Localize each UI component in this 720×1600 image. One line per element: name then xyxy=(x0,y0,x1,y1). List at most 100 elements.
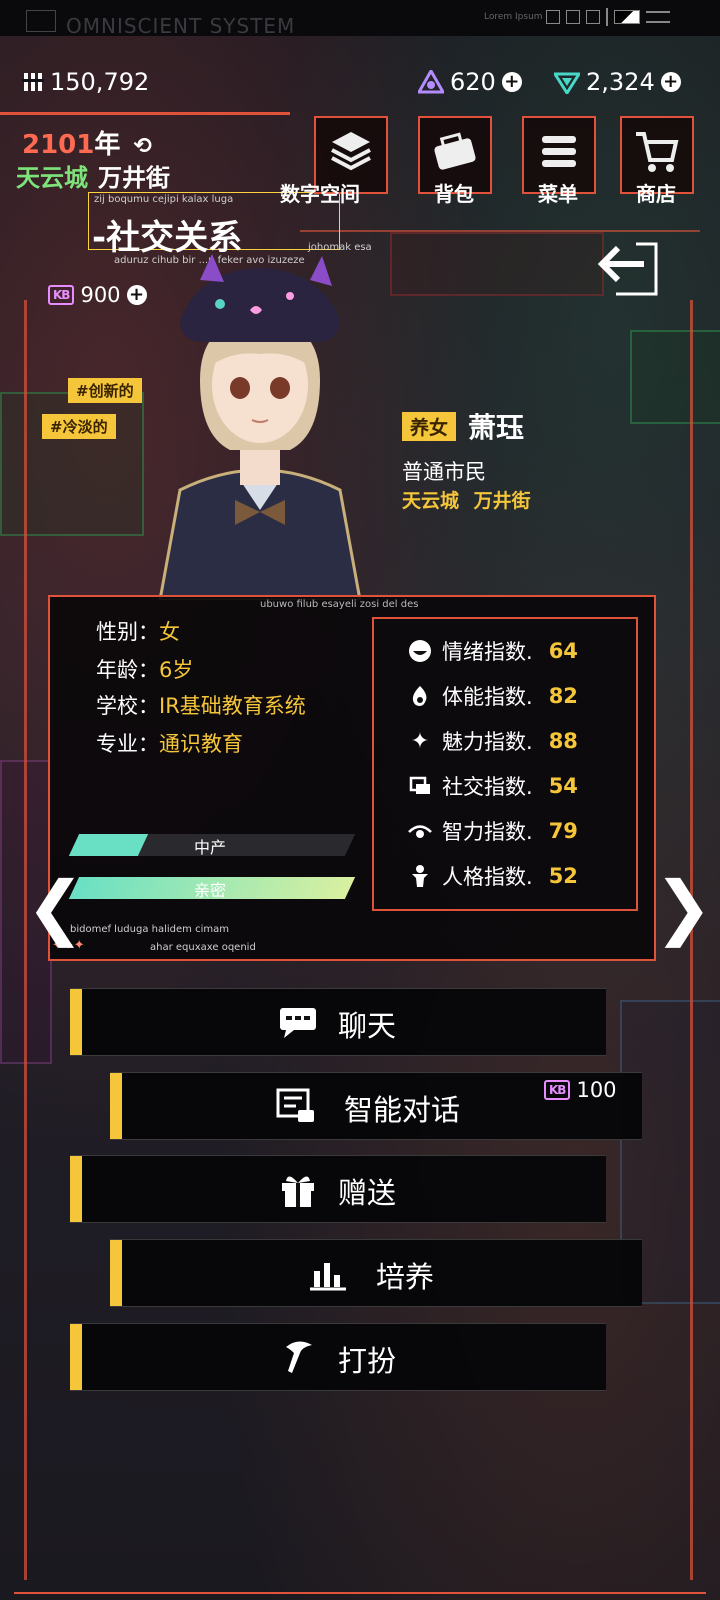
nav-label-shop: 商店 xyxy=(636,182,676,206)
stat-social: 社交指数. 54 xyxy=(408,771,578,801)
stat-value: 54 xyxy=(548,774,578,798)
cart-icon xyxy=(636,132,679,172)
fire-icon xyxy=(408,684,432,708)
info-label: 学校： xyxy=(96,694,159,718)
character-location: 天云城 万井街 xyxy=(402,486,531,513)
energy-icon: KB xyxy=(544,1080,571,1100)
stat-value: 82 xyxy=(548,684,578,708)
system-title: OMNISCIENT SYSTEM xyxy=(66,14,296,38)
info-value: 女 xyxy=(159,620,180,644)
chat-label: 聊天 xyxy=(338,1009,397,1043)
menu-icon xyxy=(542,136,576,167)
stat-label: 情绪指数. xyxy=(442,640,533,664)
chat-icon xyxy=(280,1008,316,1038)
frame-line-top xyxy=(0,112,290,115)
info-label: 性别： xyxy=(96,620,159,644)
stat-value: 79 xyxy=(548,819,578,843)
coins-display: 150,792 xyxy=(22,68,149,96)
next-character-chevron-icon[interactable]: ❯ xyxy=(654,866,713,948)
panel-glyph-top: ubuwo filub esayeli zosi del des xyxy=(260,599,419,610)
character-city: 天云城 xyxy=(402,490,460,512)
ai-dialogue-cost: KB 100 xyxy=(544,1078,617,1102)
dress-up-button[interactable]: 打扮 xyxy=(70,1323,606,1391)
wealth-bar-label: 中产 xyxy=(194,838,227,857)
sparkle-icon: ✦ xyxy=(410,728,430,754)
frame-line-top-right xyxy=(300,230,700,232)
add-gems-button[interactable]: + xyxy=(660,72,681,92)
info-gender: 性别：女 xyxy=(96,616,180,646)
intimacy-bar-label: 亲密 xyxy=(194,881,227,900)
character-portrait xyxy=(158,254,362,600)
coin-icon xyxy=(22,73,44,91)
character-name: 萧珏 xyxy=(468,411,525,444)
energy-icon: KB xyxy=(48,285,75,305)
system-caption: Lorem Ipsum xyxy=(484,12,543,22)
info-label: 年龄： xyxy=(96,658,159,682)
person-icon xyxy=(408,864,432,888)
system-bar: OMNISCIENT SYSTEM Lorem Ipsum xyxy=(0,0,720,38)
crystal-icon xyxy=(418,70,444,94)
nav-label-menu: 菜单 xyxy=(538,182,578,206)
stat-intelligence: 智力指数. 79 xyxy=(408,816,578,846)
crystals-value: 620 xyxy=(450,68,496,96)
chat-button[interactable]: 聊天 xyxy=(70,988,606,1056)
character-street: 万井街 xyxy=(473,490,531,512)
gems-value: 2,324 xyxy=(586,68,655,96)
info-value: IR基础教育系统 xyxy=(159,694,306,718)
neon-sign-right xyxy=(630,330,720,424)
trait-tag: #创新的 xyxy=(68,378,142,403)
ai-dialogue-cost-value: 100 xyxy=(576,1078,617,1102)
ai-chat-icon xyxy=(276,1088,314,1122)
energy-display: KB 900 + xyxy=(48,283,147,307)
prev-character-chevron-icon[interactable]: ❮ xyxy=(26,866,85,948)
nav-label-digital-space: 数字空间 xyxy=(280,182,360,206)
current-location: 天云城 万井街 xyxy=(16,158,170,193)
crystals-display: 620 + xyxy=(418,68,522,96)
character-name-row: 养女 萧珏 xyxy=(402,406,524,446)
info-major: 专业：通识教育 xyxy=(96,728,243,758)
bag-icon xyxy=(434,132,476,170)
stat-personality: 人格指数. 52 xyxy=(408,861,578,891)
coins-value: 150,792 xyxy=(50,68,150,96)
gift-icon xyxy=(282,1176,314,1207)
nav-label-bag: 背包 xyxy=(434,182,474,206)
dressup-icon xyxy=(286,1341,312,1373)
stat-label: 魅力指数. xyxy=(442,730,533,754)
ai-dialogue-label: 智能对话 xyxy=(344,1093,461,1127)
cultivate-button[interactable]: 培养 xyxy=(110,1239,642,1307)
layers-icon xyxy=(331,132,371,171)
year-suffix: 年 xyxy=(94,130,121,160)
add-crystals-button[interactable]: + xyxy=(501,72,522,92)
info-value: 通识教育 xyxy=(159,732,243,756)
stat-label: 人格指数. xyxy=(442,865,533,889)
cultivate-label: 培养 xyxy=(376,1260,435,1294)
stat-label: 体能指数. xyxy=(442,685,533,709)
game-year: 2101年 ⟲ xyxy=(22,124,152,161)
stat-mood: 情绪指数. 64 xyxy=(408,636,578,666)
gem-icon xyxy=(554,72,580,94)
close-icon xyxy=(586,10,600,24)
trait-tag: #冷淡的 xyxy=(42,414,116,439)
minimize-icon xyxy=(546,10,560,24)
mood-icon xyxy=(408,639,432,663)
info-school: 学校：IR基础教育系统 xyxy=(96,690,306,720)
signal-icon xyxy=(606,8,608,26)
stat-value: 52 xyxy=(548,864,578,888)
refresh-icon: ⟲ xyxy=(133,134,152,159)
social-icon xyxy=(408,774,432,798)
wealth-bar-fill xyxy=(68,834,149,856)
stat-value: 88 xyxy=(548,729,578,753)
location-street: 万井街 xyxy=(98,164,170,192)
gems-display: 2,324 + xyxy=(554,68,681,96)
stat-label: 社交指数. xyxy=(442,775,533,799)
maximize-icon xyxy=(566,10,580,24)
growth-icon xyxy=(310,1263,346,1291)
eye-icon xyxy=(408,819,432,843)
gift-button[interactable]: 赠送 xyxy=(70,1155,606,1223)
energy-value: 900 xyxy=(80,283,121,307)
frame-line-bottom xyxy=(14,1592,706,1594)
info-value: 6岁 xyxy=(159,658,194,682)
back-arrow-icon[interactable] xyxy=(596,240,660,298)
window-controls xyxy=(546,8,696,26)
location-city: 天云城 xyxy=(16,164,88,192)
